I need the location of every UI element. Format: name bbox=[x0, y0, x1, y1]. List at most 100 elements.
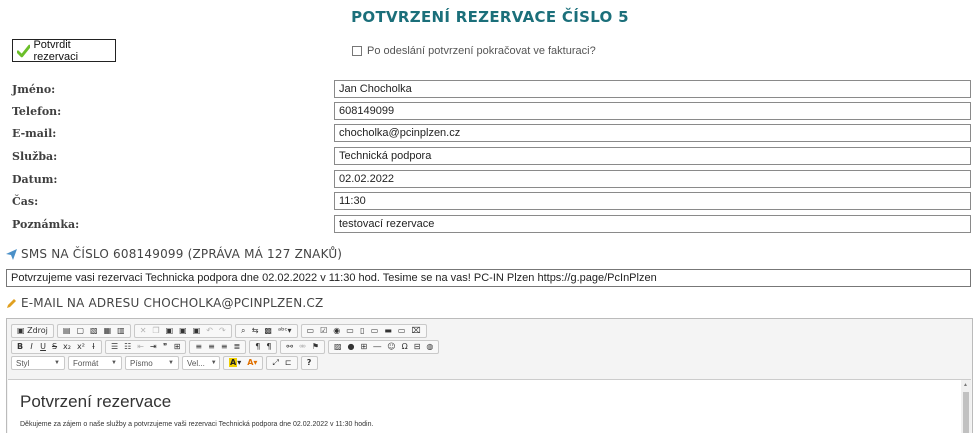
send-icon bbox=[6, 248, 17, 260]
bullet-list-icon[interactable]: ☷ bbox=[121, 341, 134, 353]
justify-icon[interactable]: ≣ bbox=[231, 341, 244, 353]
email-label: E-mail: bbox=[12, 127, 57, 140]
editor-toolbar: ▣ Zdroj ▤ ▢ ▧ ▦ ▥ ✕ ❐ ▣ ▣ ▣ ↶ ↷ ⌕ ⇆ ▩ ᵃᵇ… bbox=[7, 319, 972, 375]
service-label: Služba: bbox=[12, 150, 58, 163]
form-icon[interactable]: ▭ bbox=[304, 325, 318, 337]
checkbox-icon[interactable]: ☑ bbox=[317, 325, 330, 337]
editor-scrollbar[interactable]: ▲ bbox=[961, 380, 971, 433]
div-icon[interactable]: ⊞ bbox=[171, 341, 184, 353]
align-left-icon[interactable]: ≡ bbox=[192, 341, 205, 353]
special-char-icon[interactable]: Ω bbox=[399, 341, 411, 353]
note-input[interactable]: testovací rezervace bbox=[334, 215, 971, 233]
toolbar-row-1: ▣ Zdroj ▤ ▢ ▧ ▦ ▥ ✕ ❐ ▣ ▣ ▣ ↶ ↷ ⌕ ⇆ ▩ ᵃᵇ… bbox=[11, 324, 968, 338]
templates-icon[interactable]: ▥ bbox=[114, 325, 128, 337]
image-icon[interactable]: ▨ bbox=[331, 341, 345, 353]
time-label: Čas: bbox=[12, 195, 39, 208]
paste-text-icon[interactable]: ▣ bbox=[176, 325, 190, 337]
continue-invoicing-label: Po odeslání potvrzení pokračovat ve fakt… bbox=[367, 45, 596, 57]
blockquote-icon[interactable]: ❞ bbox=[160, 341, 171, 353]
flash-icon[interactable]: ● bbox=[345, 341, 358, 353]
subscript-icon[interactable]: x₂ bbox=[60, 341, 74, 353]
ltr-icon[interactable]: ¶ bbox=[252, 341, 263, 353]
preview-icon[interactable]: ▧ bbox=[87, 325, 101, 337]
font-dropdown[interactable]: Písmo ▼ bbox=[125, 356, 179, 370]
phone-input[interactable]: 608149099 bbox=[334, 102, 971, 120]
field-row-name: Jméno: Jan Chocholka bbox=[0, 80, 980, 98]
button-icon[interactable]: ▬ bbox=[381, 325, 395, 337]
paste-word-icon[interactable]: ▣ bbox=[190, 325, 204, 337]
maximize-icon[interactable]: ⤢ bbox=[269, 357, 281, 369]
bg-color-button[interactable]: A▾ bbox=[244, 357, 260, 369]
confirm-reservation-label: Potvrdit rezervaci bbox=[33, 38, 79, 63]
replace-icon[interactable]: ⇆ bbox=[249, 325, 262, 337]
unlink-icon[interactable]: ⚮ bbox=[296, 341, 309, 353]
textfield-icon[interactable]: ▭ bbox=[343, 325, 357, 337]
numbered-list-icon[interactable]: ☰ bbox=[108, 341, 121, 353]
source-button[interactable]: ▣ Zdroj bbox=[14, 325, 51, 337]
rtl-icon[interactable]: ¶ bbox=[263, 341, 274, 353]
show-blocks-icon[interactable]: ⊏ bbox=[282, 357, 295, 369]
page-title: POTVRZENÍ REZERVACE ČÍSLO 5 bbox=[351, 8, 629, 26]
radio-icon[interactable]: ◉ bbox=[330, 325, 343, 337]
smiley-icon[interactable]: ☺ bbox=[384, 341, 398, 353]
anchor-icon[interactable]: ⚑ bbox=[309, 341, 322, 353]
remove-format-icon[interactable]: Ɨ bbox=[88, 341, 99, 353]
style-dropdown[interactable]: Styl ▼ bbox=[11, 356, 65, 370]
superscript-icon[interactable]: x² bbox=[74, 341, 88, 353]
indent-icon[interactable]: ⇥ bbox=[147, 341, 160, 353]
field-row-time: Čas: 11:30 bbox=[0, 192, 980, 210]
link-icon[interactable]: ⚯ bbox=[283, 341, 296, 353]
align-right-icon[interactable]: ≡ bbox=[218, 341, 231, 353]
save-icon[interactable]: ▤ bbox=[60, 325, 74, 337]
content-heading: Potvrzení rezervace bbox=[20, 392, 172, 411]
date-label: Datum: bbox=[12, 173, 58, 186]
strike-button[interactable]: S bbox=[49, 341, 60, 353]
horizontal-rule-icon[interactable]: ― bbox=[370, 341, 384, 353]
copy-icon[interactable]: ❐ bbox=[149, 325, 162, 337]
confirm-reservation-button[interactable]: Potvrdit rezervaci bbox=[12, 38, 116, 63]
select-icon[interactable]: ▭ bbox=[368, 325, 382, 337]
hidden-field-icon[interactable]: ⌧ bbox=[408, 325, 423, 337]
page-break-icon[interactable]: ⊟ bbox=[411, 341, 424, 353]
field-row-phone: Telefon: 608149099 bbox=[0, 102, 980, 120]
iframe-icon[interactable]: ◍ bbox=[423, 341, 436, 353]
select-all-icon[interactable]: ▩ bbox=[261, 325, 275, 337]
outdent-icon[interactable]: ⇤ bbox=[134, 341, 147, 353]
field-row-service: Služba: Technická podpora bbox=[0, 147, 980, 165]
continue-invoicing-option[interactable]: Po odeslání potvrzení pokračovat ve fakt… bbox=[352, 45, 596, 57]
size-dropdown[interactable]: Vel... ▼ bbox=[182, 356, 220, 370]
italic-button[interactable]: I bbox=[26, 341, 37, 353]
editor-content-area[interactable]: Potvrzení rezervace Děkujeme za zájem o … bbox=[8, 379, 971, 433]
print-icon[interactable]: ▦ bbox=[101, 325, 115, 337]
redo-icon[interactable]: ↷ bbox=[216, 325, 229, 337]
cut-icon[interactable]: ✕ bbox=[137, 325, 150, 337]
bold-button[interactable]: B bbox=[14, 341, 26, 353]
time-input[interactable]: 11:30 bbox=[334, 192, 971, 210]
spellcheck-icon[interactable]: ᵃᵇᶜ▾ bbox=[275, 325, 295, 337]
sms-text-input[interactable]: Potvrzujeme vasi rezervaci Technicka pod… bbox=[6, 269, 971, 287]
paste-icon[interactable]: ▣ bbox=[163, 325, 177, 337]
scrollbar-thumb[interactable] bbox=[963, 392, 969, 433]
sms-heading-text: SMS NA ČÍSLO 608149099 (ZPRÁVA MÁ 127 ZN… bbox=[21, 247, 343, 261]
find-icon[interactable]: ⌕ bbox=[238, 325, 249, 337]
continue-invoicing-checkbox[interactable] bbox=[352, 46, 362, 56]
textarea-icon[interactable]: ▯ bbox=[357, 325, 368, 337]
email-input[interactable]: chocholka@pcinplzen.cz bbox=[334, 124, 971, 142]
email-rich-text-editor: ▣ Zdroj ▤ ▢ ▧ ▦ ▥ ✕ ❐ ▣ ▣ ▣ ↶ ↷ ⌕ ⇆ ▩ ᵃᵇ… bbox=[6, 318, 973, 433]
text-color-button[interactable]: A▾ bbox=[226, 357, 244, 369]
image-button-icon[interactable]: ▭ bbox=[395, 325, 409, 337]
table-icon[interactable]: ⊞ bbox=[358, 341, 371, 353]
new-page-icon[interactable]: ▢ bbox=[73, 325, 87, 337]
email-heading-text: E-MAIL NA ADRESU CHOCHOLKA@PCINPLZEN.CZ bbox=[21, 296, 324, 310]
service-input[interactable]: Technická podpora bbox=[334, 147, 971, 165]
name-input[interactable]: Jan Chocholka bbox=[334, 80, 971, 98]
undo-icon[interactable]: ↶ bbox=[203, 325, 216, 337]
align-center-icon[interactable]: ≡ bbox=[205, 341, 218, 353]
content-paragraph: Děkujeme za zájem o naše služby a potvrz… bbox=[20, 421, 374, 428]
date-input[interactable]: 02.02.2022 bbox=[334, 170, 971, 188]
underline-button[interactable]: U bbox=[37, 341, 49, 353]
format-dropdown[interactable]: Formát ▼ bbox=[68, 356, 122, 370]
field-row-date: Datum: 02.02.2022 bbox=[0, 170, 980, 188]
help-button[interactable]: ? bbox=[304, 357, 315, 369]
scroll-up-icon[interactable]: ▲ bbox=[963, 382, 968, 388]
